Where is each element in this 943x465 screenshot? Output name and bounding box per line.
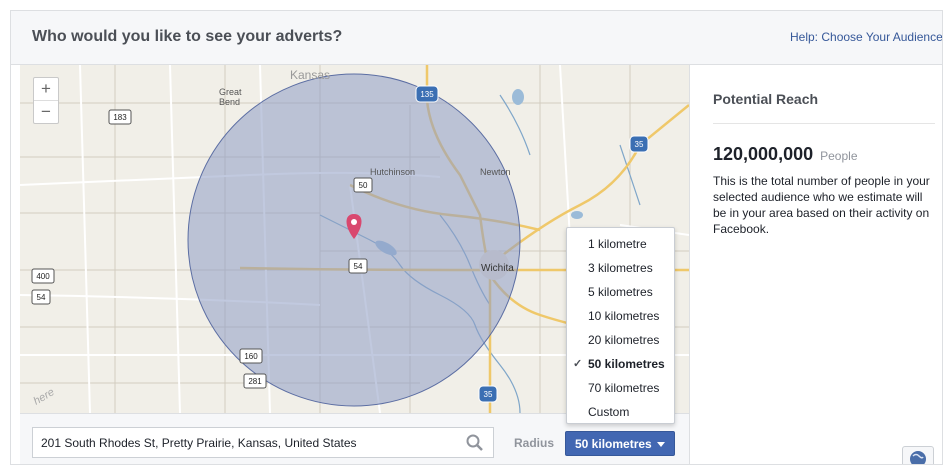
radius-dropdown-menu: 1 kilometre 3 kilometres 5 kilometres 10… [566, 227, 675, 424]
radius-option-selected[interactable]: ✓ 50 kilometres [567, 352, 674, 376]
reach-count: 120,000,000 People [713, 144, 858, 165]
radius-label: Radius [514, 436, 555, 450]
globe-icon [910, 451, 926, 464]
radius-option[interactable]: 1 kilometre [567, 232, 674, 256]
map-label-newton: Newton [480, 167, 511, 177]
svg-text:135: 135 [420, 90, 434, 99]
highway-shield-us281: 281 [243, 373, 267, 389]
highway-shield-i35-south: 35 [478, 385, 498, 403]
reach-unit: People [820, 149, 858, 163]
svg-text:400: 400 [36, 272, 50, 281]
caret-down-icon [657, 442, 665, 447]
radius-option[interactable]: 20 kilometres [567, 328, 674, 352]
help-link[interactable]: Help: Choose Your Audience [790, 30, 942, 44]
radius-option-custom[interactable]: Custom [567, 400, 674, 424]
reach-divider [713, 123, 935, 124]
audience-panel: Who would you like to see your adverts? … [10, 10, 943, 465]
search-icon[interactable] [466, 434, 484, 452]
highway-shield-k54-center: 54 [348, 258, 368, 274]
potential-reach-panel: Potential Reach 120,000,000 People This … [689, 65, 942, 464]
map-label-wichita: Wichita [481, 263, 514, 274]
svg-text:54: 54 [37, 293, 46, 302]
highway-shield-i35-north: 35 [629, 135, 649, 153]
map-label-hutchinson: Hutchinson [370, 167, 415, 177]
highway-shield-us50: 50 [353, 177, 373, 193]
radius-option[interactable]: 5 kilometres [567, 280, 674, 304]
svg-text:50: 50 [359, 181, 368, 190]
map-label-great-bend: Great Bend [219, 87, 242, 107]
location-input[interactable] [32, 427, 494, 458]
svg-text:183: 183 [113, 113, 127, 122]
map-label-kansas: Kansas [290, 68, 330, 82]
highway-shield-k54-west: 54 [31, 289, 51, 305]
panel-title: Who would you like to see your adverts? [32, 28, 343, 45]
radius-option[interactable]: 70 kilometres [567, 376, 674, 400]
svg-text:54: 54 [354, 262, 363, 271]
radius-selected: 50 kilometres [575, 437, 652, 451]
radius-option[interactable]: 10 kilometres [567, 304, 674, 328]
zoom-out-button[interactable]: − [34, 101, 58, 123]
highway-shield-us400: 400 [31, 268, 55, 284]
panel-header: Who would you like to see your adverts? … [11, 11, 942, 65]
radius-option[interactable]: 3 kilometres [567, 256, 674, 280]
map-zoom-controls: + − [33, 77, 59, 124]
zoom-in-button[interactable]: + [34, 78, 58, 101]
highway-shield-us183: 183 [108, 109, 132, 125]
highway-shield-i135: 135 [415, 85, 439, 103]
globe-button[interactable] [902, 446, 934, 464]
checkmark-icon: ✓ [573, 358, 583, 370]
svg-text:35: 35 [635, 140, 644, 149]
reach-number: 120,000,000 [713, 144, 814, 164]
svg-text:160: 160 [244, 352, 258, 361]
map-provider-logo: here [32, 386, 57, 407]
reach-description: This is the total number of people in yo… [713, 174, 930, 236]
radius-dropdown-button[interactable]: 50 kilometres [565, 431, 675, 456]
highway-shield-us160: 160 [239, 348, 263, 364]
svg-text:35: 35 [484, 390, 493, 399]
svg-text:281: 281 [248, 377, 262, 386]
reach-title: Potential Reach [713, 91, 819, 107]
